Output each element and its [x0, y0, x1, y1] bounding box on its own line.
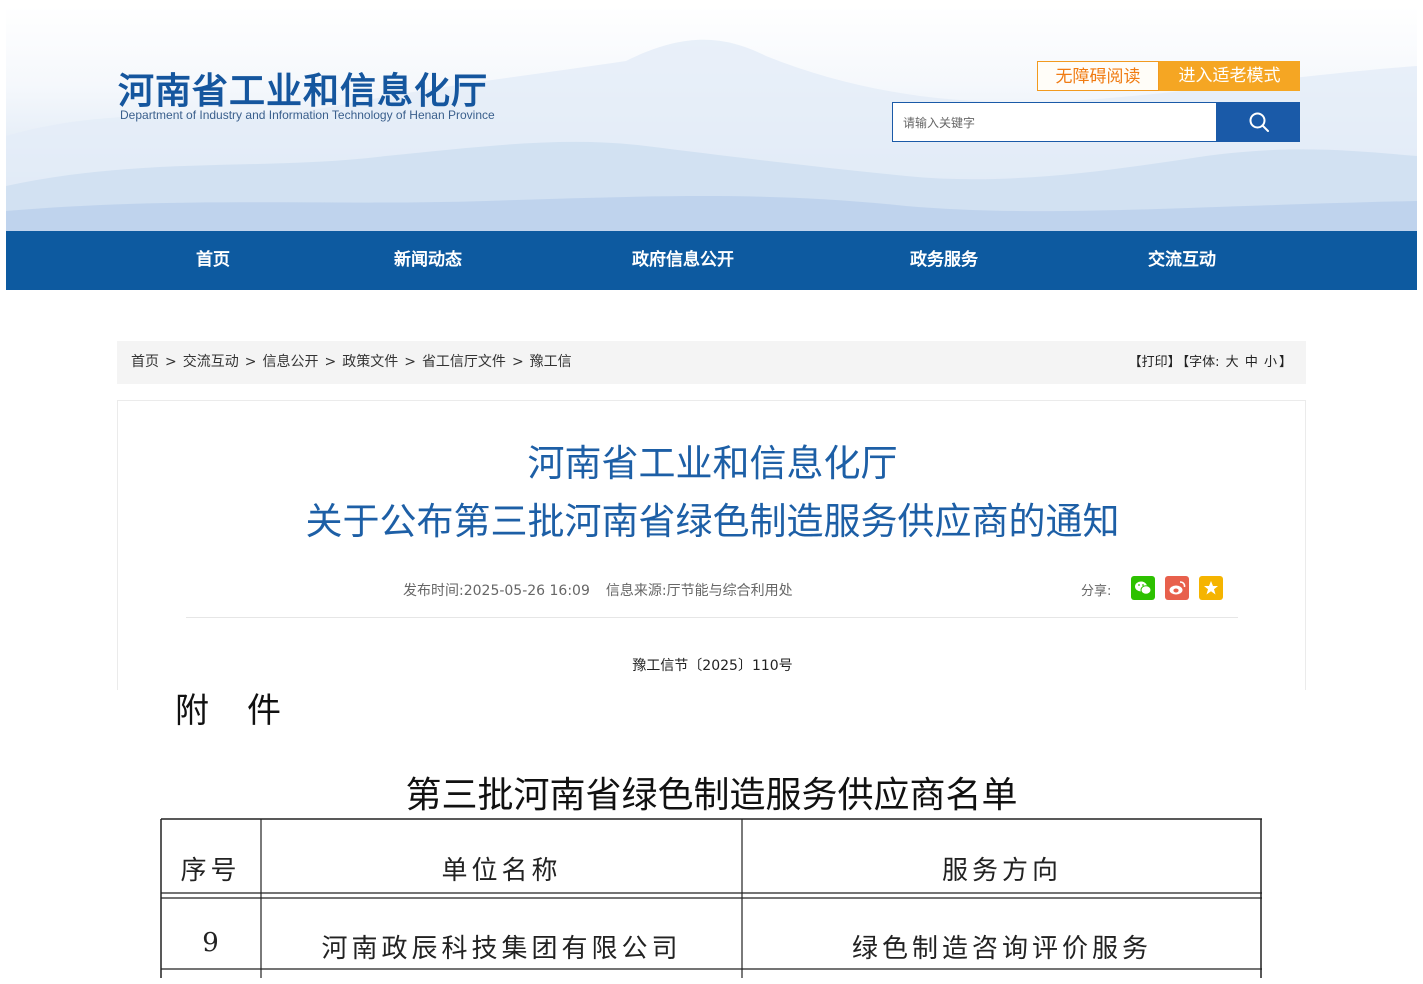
meta-divider	[186, 617, 1238, 618]
wechat-icon	[1135, 581, 1152, 595]
article-title-line1: 河南省工业和信息化厅	[527, 442, 898, 485]
breadcrumb: 首页 > 交流互动 > 信息公开 > 政策文件 > 省工信厅文件 > 豫工信	[131, 341, 572, 384]
article-meta: 发布时间:2025-05-26 16:09 信息来源:厅节能与综合利用处	[403, 580, 793, 600]
page-tools: 【打印】 【字体: 大 中 小】	[1127, 341, 1292, 384]
breadcrumb-separator: >	[244, 354, 257, 370]
breadcrumb-policy-docs[interactable]: 政策文件	[342, 354, 398, 370]
nav-gov-info[interactable]: 政府信息公开	[632, 231, 734, 290]
nav-interaction[interactable]: 交流互动	[1148, 231, 1216, 290]
font-medium-button[interactable]: 中	[1245, 355, 1258, 370]
breadcrumb-dept-docs[interactable]: 省工信厅文件	[422, 354, 506, 370]
row-cell-index: 9	[202, 928, 219, 958]
supplier-list-title: 第三批河南省绿色制造服务供应商名单	[405, 775, 1018, 816]
wechat-share-button[interactable]	[1131, 576, 1155, 600]
breadcrumb-separator: >	[404, 354, 416, 370]
nav-news[interactable]: 新闻动态	[394, 231, 462, 290]
header-cell-service: 服务方向	[941, 856, 1062, 886]
supplier-table: 序号 单位名称 服务方向 9 河南政辰科技集团有限公司 绿色制造咨询评价服务	[160, 818, 1263, 978]
breadcrumb-bar: 首页 > 交流互动 > 信息公开 > 政策文件 > 省工信厅文件 > 豫工信 【打印】 【字体: 大 …	[117, 341, 1306, 384]
accessibility-reading-button[interactable]: 无障碍阅读	[1037, 61, 1159, 91]
font-size-suffix: 】	[1278, 355, 1292, 370]
favorite-icon	[1204, 581, 1218, 595]
document-number: 豫工信节〔2025〕110号	[632, 658, 793, 674]
favorite-share-button[interactable]	[1199, 576, 1223, 600]
row-cell-service: 绿色制造咨询评价服务	[851, 934, 1152, 964]
main-nav: 首页 新闻动态 政府信息公开 政务服务 交流互动	[6, 231, 1417, 290]
search-icon	[1249, 112, 1269, 132]
font-small-button[interactable]: 小	[1264, 355, 1277, 370]
article-card: 河南省工业和信息化厅 关于公布第三批河南省绿色制造服务供应商的通知 发布时间:2…	[117, 400, 1306, 690]
breadcrumb-info-public[interactable]: 信息公开	[262, 354, 318, 370]
breadcrumb-interaction[interactable]: 交流互动	[183, 354, 239, 370]
breadcrumb-separator: >	[324, 354, 337, 370]
breadcrumb-separator: >	[165, 354, 177, 370]
header-cell-index: 序号	[180, 856, 241, 886]
article-title-line2: 关于公布第三批河南省绿色制造服务供应商的通知	[305, 500, 1120, 543]
info-source: 信息来源:厅节能与综合利用处	[605, 583, 793, 599]
attachment-label-char1: 附	[175, 691, 211, 731]
search-input[interactable]	[901, 104, 1205, 142]
row-cell-company: 河南政辰科技集团有限公司	[321, 934, 682, 964]
weibo-share-button[interactable]	[1165, 576, 1189, 600]
weibo-icon	[1169, 581, 1186, 595]
attachment-label: 附件	[175, 683, 283, 732]
publish-time: 发布时间:2025-05-26 16:09	[403, 583, 590, 599]
header-cell-company: 单位名称	[441, 856, 562, 886]
elder-mode-button[interactable]: 进入适老模式	[1159, 61, 1300, 91]
font-size-label: 【字体:	[1182, 355, 1220, 370]
attachment-label-char2: 件	[247, 691, 283, 731]
font-large-button[interactable]: 大	[1226, 355, 1239, 370]
search-button[interactable]	[1217, 102, 1300, 142]
share-label: 分享:	[1081, 584, 1112, 599]
site-title[interactable]: 河南省工业和信息化厅	[118, 62, 488, 114]
print-button[interactable]: 【打印】	[1129, 355, 1181, 370]
breadcrumb-home[interactable]: 首页	[131, 354, 159, 370]
breadcrumb-yugongxin[interactable]: 豫工信	[530, 354, 572, 370]
site-subtitle: Department of Industry and Information T…	[120, 108, 495, 122]
search-box	[892, 102, 1217, 142]
nav-services[interactable]: 政务服务	[910, 231, 978, 290]
nav-home[interactable]: 首页	[196, 231, 230, 290]
breadcrumb-separator: >	[511, 354, 524, 370]
